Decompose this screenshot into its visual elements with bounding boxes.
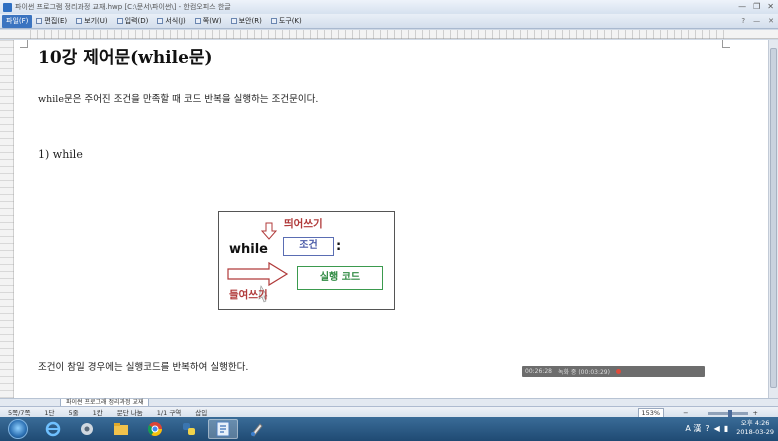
python-icon[interactable] xyxy=(174,419,204,439)
system-tray: A 漢 ? ◀ ▮ 오후 4:26 2018-03-29 xyxy=(685,419,774,437)
zoom-out-icon[interactable]: − xyxy=(683,409,688,417)
network-icon[interactable]: ▮ xyxy=(724,424,728,433)
media-icon[interactable] xyxy=(72,419,102,439)
tray-language[interactable]: A 漢 xyxy=(685,423,701,434)
section-heading: 1) while xyxy=(38,148,83,161)
status-bar: 5쪽/7쪽 1단 5줄 1칸 문단 나눔 1/1 구역 삽입 153% − + xyxy=(0,406,778,418)
intro-paragraph: while문은 주어진 조건을 만족할 때 코드 반복을 실행하는 조건문이다. xyxy=(38,94,319,105)
document-page[interactable]: 10강 제어문(while문) while문은 주어진 조건을 만족할 때 코드… xyxy=(0,40,768,398)
status-paragraph: 문단 나눔 xyxy=(116,409,143,417)
zoom-in-icon[interactable]: + xyxy=(753,409,758,417)
clock-date: 2018-03-29 xyxy=(736,428,774,436)
doc-close-button[interactable]: ✕ xyxy=(768,17,774,25)
menu-view[interactable]: 보기(U) xyxy=(76,16,108,26)
doc-minimize-button[interactable]: — xyxy=(753,17,760,25)
vertical-scrollbar[interactable] xyxy=(768,40,778,398)
status-char: 1칸 xyxy=(92,409,103,417)
ie-icon[interactable] xyxy=(38,419,68,439)
question-icon[interactable]: ? xyxy=(705,424,709,433)
menu-insert[interactable]: 입력(D) xyxy=(116,16,148,26)
code-box: 실행 코드 xyxy=(297,266,383,290)
horizontal-ruler[interactable] xyxy=(0,30,778,39)
status-page: 5쪽/7쪽 xyxy=(8,409,31,417)
view-icon xyxy=(76,18,83,24)
vertical-ruler[interactable] xyxy=(0,40,14,398)
status-column: 1단 xyxy=(44,409,55,417)
explanation-paragraph: 조건이 참일 경우에는 실행코드를 반복하여 실행한다. xyxy=(38,362,249,373)
hwp-icon[interactable] xyxy=(208,419,238,439)
condition-box: 조건 xyxy=(283,237,334,256)
right-arrow-icon xyxy=(227,261,289,287)
recorder-elapsed: 00:26:28 xyxy=(525,368,552,375)
minimize-button[interactable]: — xyxy=(738,2,746,11)
insert-icon xyxy=(116,18,123,24)
menu-security[interactable]: 보안(R) xyxy=(230,16,262,26)
paint-icon[interactable] xyxy=(242,419,272,439)
menu-bar: 파일(F) 편집(E) 보기(U) 입력(D) 서식(J) 쪽(W) 보안(R)… xyxy=(0,14,778,29)
tray-clock[interactable]: 오후 4:26 2018-03-29 xyxy=(736,419,774,437)
ruler-ticks xyxy=(30,30,730,39)
app-window: 파이썬 프로그램 정리과정 교재.hwp [C:\문서\파이썬\] - 한컴오피… xyxy=(0,0,778,441)
zoom-slider[interactable] xyxy=(707,409,748,417)
windows-taskbar: A 漢 ? ◀ ▮ 오후 4:26 2018-03-29 xyxy=(0,417,778,441)
status-insert-mode[interactable]: 삽입 xyxy=(195,407,207,417)
spacing-label: 띄어쓰기 xyxy=(284,218,323,230)
window-title: 파이썬 프로그램 정리과정 교재.hwp [C:\문서\파이썬\] - 한컴오피… xyxy=(15,3,231,11)
folder-icon[interactable] xyxy=(106,419,136,439)
security-icon xyxy=(230,18,237,24)
while-syntax-diagram: while 띄어쓰기 조건 : 실행 코드 들여쓰기 xyxy=(218,211,395,310)
menu-edit[interactable]: 편집(E) xyxy=(36,16,67,26)
page-heading: 10강 제어문(while문) xyxy=(38,48,213,68)
record-icon[interactable] xyxy=(615,369,621,374)
menu-format[interactable]: 서식(J) xyxy=(157,16,186,26)
document-tab-strip: 파이썬 프로그래 정리과정 교재 xyxy=(0,398,778,407)
close-button[interactable]: ✕ xyxy=(767,2,774,11)
menu-tools[interactable]: 도구(K) xyxy=(270,16,302,26)
maximize-button[interactable]: ❐ xyxy=(753,2,760,11)
vertical-ruler-ticks xyxy=(0,40,14,398)
menubar-right-controls: ? — ✕ xyxy=(741,17,774,25)
help-button[interactable]: ? xyxy=(741,17,745,25)
indent-label: 들여쓰기 xyxy=(229,289,268,301)
clock-time: 오후 4:26 xyxy=(740,419,770,427)
format-icon xyxy=(157,18,164,24)
colon-symbol: : xyxy=(336,239,342,254)
start-button[interactable] xyxy=(8,419,28,439)
speaker-icon[interactable]: ◀ xyxy=(714,424,720,433)
menu-page[interactable]: 쪽(W) xyxy=(194,16,222,26)
page-icon xyxy=(194,18,201,24)
window-controls: — ❐ ✕ xyxy=(738,2,774,11)
title-bar: 파이썬 프로그램 정리과정 교재.hwp [C:\문서\파이썬\] - 한컴오피… xyxy=(0,0,778,14)
page-corner-mark-right xyxy=(722,40,730,48)
down-arrow-icon xyxy=(260,222,278,240)
while-keyword: while xyxy=(229,242,268,257)
hwp-app-icon xyxy=(3,2,12,12)
tools-icon xyxy=(270,18,277,24)
menu-file[interactable]: 파일(F) xyxy=(2,14,33,28)
edit-icon xyxy=(36,18,43,24)
chrome-icon[interactable] xyxy=(140,419,170,439)
page-corner-mark-left xyxy=(20,40,28,48)
scrollbar-thumb[interactable] xyxy=(770,48,777,388)
status-line: 5줄 xyxy=(68,409,79,417)
floating-recorder-bar[interactable]: 00:26:28 녹화 중 (00:03:29) xyxy=(522,366,705,377)
recorder-status: 녹화 중 (00:03:29) xyxy=(557,369,610,376)
status-section: 1/1 구역 xyxy=(156,409,182,417)
